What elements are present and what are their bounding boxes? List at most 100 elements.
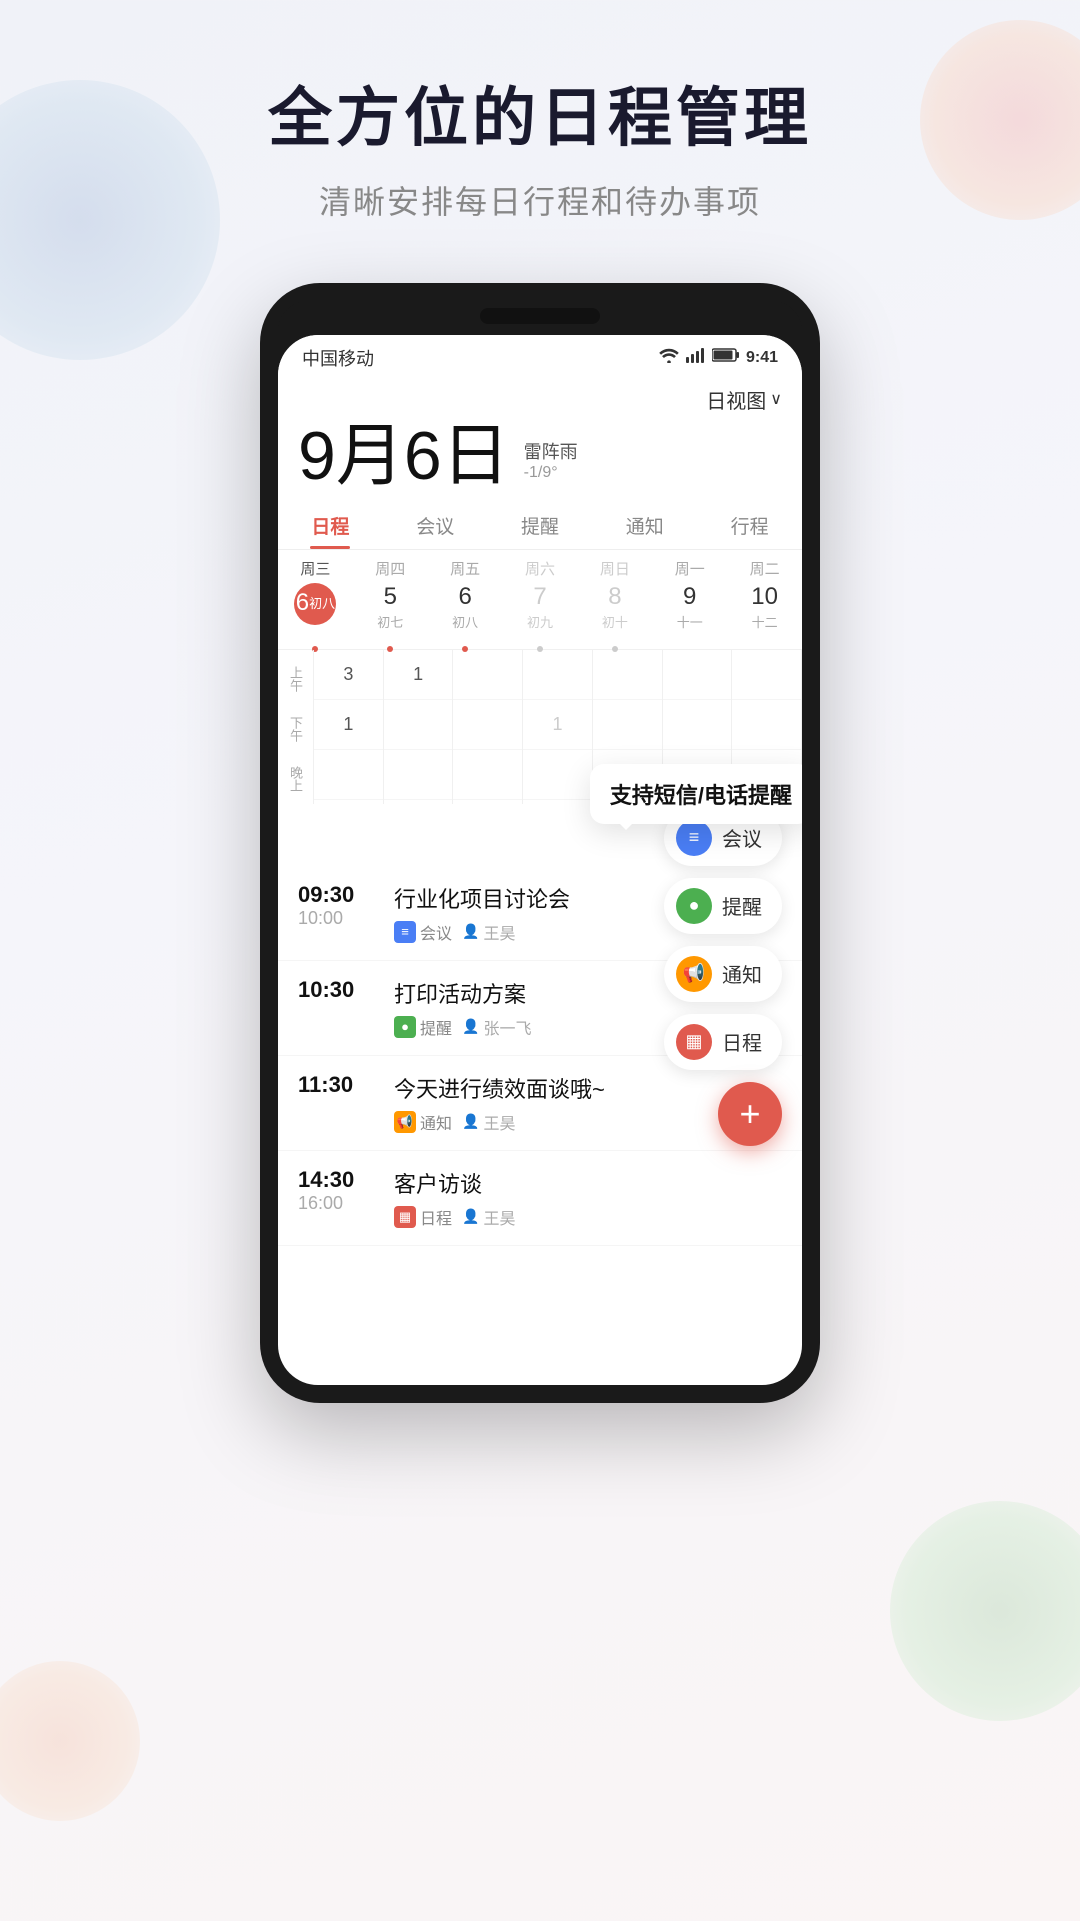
schedule-icon: ▦	[394, 1206, 416, 1228]
grid-cell-4-pm	[593, 700, 662, 750]
grid-col-2	[453, 650, 523, 804]
event-start-0: 09:30	[298, 882, 378, 908]
fab-item-reminder[interactable]: ● 提醒	[664, 878, 782, 934]
dot-cell-3	[503, 639, 578, 649]
fab-item-schedule[interactable]: ▦ 日程	[664, 1014, 782, 1070]
tab-notice[interactable]: 通知	[592, 500, 697, 549]
grid-cell-0-eve	[314, 750, 383, 800]
chevron-down-icon: ∨	[770, 389, 782, 409]
event-person-2: 👤 王昊	[462, 1110, 515, 1134]
week-cell-sun[interactable]: 周日 8 初十	[577, 558, 652, 631]
event-detail-3: 客户访谈 ▦ 日程 👤 王昊	[378, 1167, 782, 1229]
event-type-badge-2: 📢 通知	[394, 1110, 452, 1134]
week-day-label-wed: 周三	[278, 558, 353, 579]
grid-cell-2-eve	[453, 750, 522, 800]
week-day-lunar-tue: 十二	[727, 612, 802, 631]
grid-cell-4-am	[593, 650, 662, 700]
event-item-3[interactable]: 14:30 16:00 客户访谈 ▦ 日程 👤	[278, 1151, 802, 1246]
dot-cell-2	[428, 639, 503, 649]
weather-name: 雷阵雨	[524, 438, 578, 464]
event-person-3: 👤 王昊	[462, 1205, 515, 1229]
header-section: 全方位的日程管理 清晰安排每日行程和待办事项	[0, 0, 1080, 263]
meeting-icon: ≡	[394, 921, 416, 943]
dot-cell-0	[278, 639, 353, 649]
week-day-num-tue: 10	[727, 583, 802, 612]
week-day-num-thu: 5	[353, 583, 428, 612]
event-title-3: 客户访谈	[394, 1167, 782, 1199]
week-cell-sat[interactable]: 周六 7 初九	[503, 558, 578, 631]
event-type-badge-1: ● 提醒	[394, 1015, 452, 1039]
fab-main-button[interactable]: +	[718, 1082, 782, 1146]
grid-cell-2-am	[453, 650, 522, 700]
week-cell-fri[interactable]: 周五 6 初八	[428, 558, 503, 631]
person-icon-0: 👤	[462, 923, 479, 940]
blob-bottom-left	[0, 1661, 140, 1821]
fab-notice-label: 通知	[722, 959, 762, 988]
person-icon-3: 👤	[462, 1208, 479, 1225]
status-time: 9:41	[746, 349, 778, 367]
grid-cell-6-pm	[732, 700, 801, 750]
event-time-col-1: 10:30	[298, 977, 378, 1003]
sub-title: 清晰安排每日行程和待办事项	[0, 177, 1080, 223]
event-person-0: 👤 王昊	[462, 920, 515, 944]
badge-label-1: 提醒	[420, 1015, 452, 1039]
dot-cell-1	[353, 639, 428, 649]
grid-cell-0-am: 3	[314, 650, 383, 700]
week-day-lunar-sun: 初十	[577, 612, 652, 631]
view-dropdown-button[interactable]: 日视图 ∨	[706, 385, 782, 414]
week-day-label-sun: 周日	[577, 558, 652, 579]
week-day-lunar-sat: 初九	[503, 612, 578, 631]
week-day-label-thu: 周四	[353, 558, 428, 579]
event-time-col-0: 09:30 10:00	[298, 882, 378, 929]
weather-temp: -1/9°	[524, 464, 578, 482]
grid-cell-3-pm: 1	[523, 700, 592, 750]
week-cell-tue[interactable]: 周二 10 十二	[727, 558, 802, 631]
week-cell-mon[interactable]: 周一 9 十一	[652, 558, 727, 631]
event-start-2: 11:30	[298, 1072, 378, 1098]
view-selector[interactable]: 日视图 ∨	[278, 377, 802, 422]
fab-reminder-icon: ●	[676, 888, 712, 924]
grid-cell-6-am	[732, 650, 801, 700]
week-cell-wed[interactable]: 周三 6初八	[278, 558, 353, 631]
tab-schedule[interactable]: 日程	[278, 500, 383, 549]
wifi-icon	[658, 347, 680, 368]
badge-label-2: 通知	[420, 1110, 452, 1134]
fab-meeting-icon: ≡	[676, 820, 712, 856]
person-name-0: 王昊	[483, 920, 515, 944]
status-carrier: 中国移动	[302, 345, 374, 371]
tab-reminder[interactable]: 提醒	[488, 500, 593, 549]
grid-cell-1-eve	[384, 750, 453, 800]
fab-reminder-label: 提醒	[722, 891, 762, 920]
weather-info: 雷阵雨 -1/9°	[524, 422, 578, 482]
phone-notch-bar	[278, 301, 802, 331]
phone-screen: 中国移动 9:41	[278, 335, 802, 1385]
grid-cell-5-am	[663, 650, 732, 700]
tab-meeting[interactable]: 会议	[383, 500, 488, 549]
person-icon-1: 👤	[462, 1018, 479, 1035]
badge-label-0: 会议	[420, 920, 452, 944]
grid-cell-3-eve	[523, 750, 592, 800]
grid-cell-1-pm	[384, 700, 453, 750]
notice-icon: 📢	[394, 1111, 416, 1133]
fab-schedule-label: 日程	[722, 1027, 762, 1056]
week-cell-thu[interactable]: 周四 5 初七	[353, 558, 428, 631]
battery-icon	[712, 348, 740, 367]
view-label: 日视图	[706, 385, 766, 414]
week-day-lunar-thu: 初七	[353, 612, 428, 631]
week-day-lunar-mon: 十一	[652, 612, 727, 631]
tab-trip[interactable]: 行程	[697, 500, 802, 549]
fab-item-notice[interactable]: 📢 通知	[664, 946, 782, 1002]
fab-plus-icon: +	[739, 1093, 760, 1135]
signal-icon	[686, 347, 706, 368]
phone-frame: 中国移动 9:41	[260, 283, 820, 1403]
event-type-badge-3: ▦ 日程	[394, 1205, 452, 1229]
status-icons: 9:41	[658, 347, 778, 368]
grid-cell-0-pm: 1	[314, 700, 383, 750]
week-row: 周三 6初八 周四 5 初七 周五 6 初八	[278, 550, 802, 639]
fab-notice-icon: 📢	[676, 956, 712, 992]
status-bar: 中国移动 9:41	[278, 335, 802, 377]
grid-col-1: 1	[384, 650, 454, 804]
dot-row	[278, 639, 802, 649]
event-end-0: 10:00	[298, 908, 378, 929]
dot-cell-6	[727, 639, 802, 649]
